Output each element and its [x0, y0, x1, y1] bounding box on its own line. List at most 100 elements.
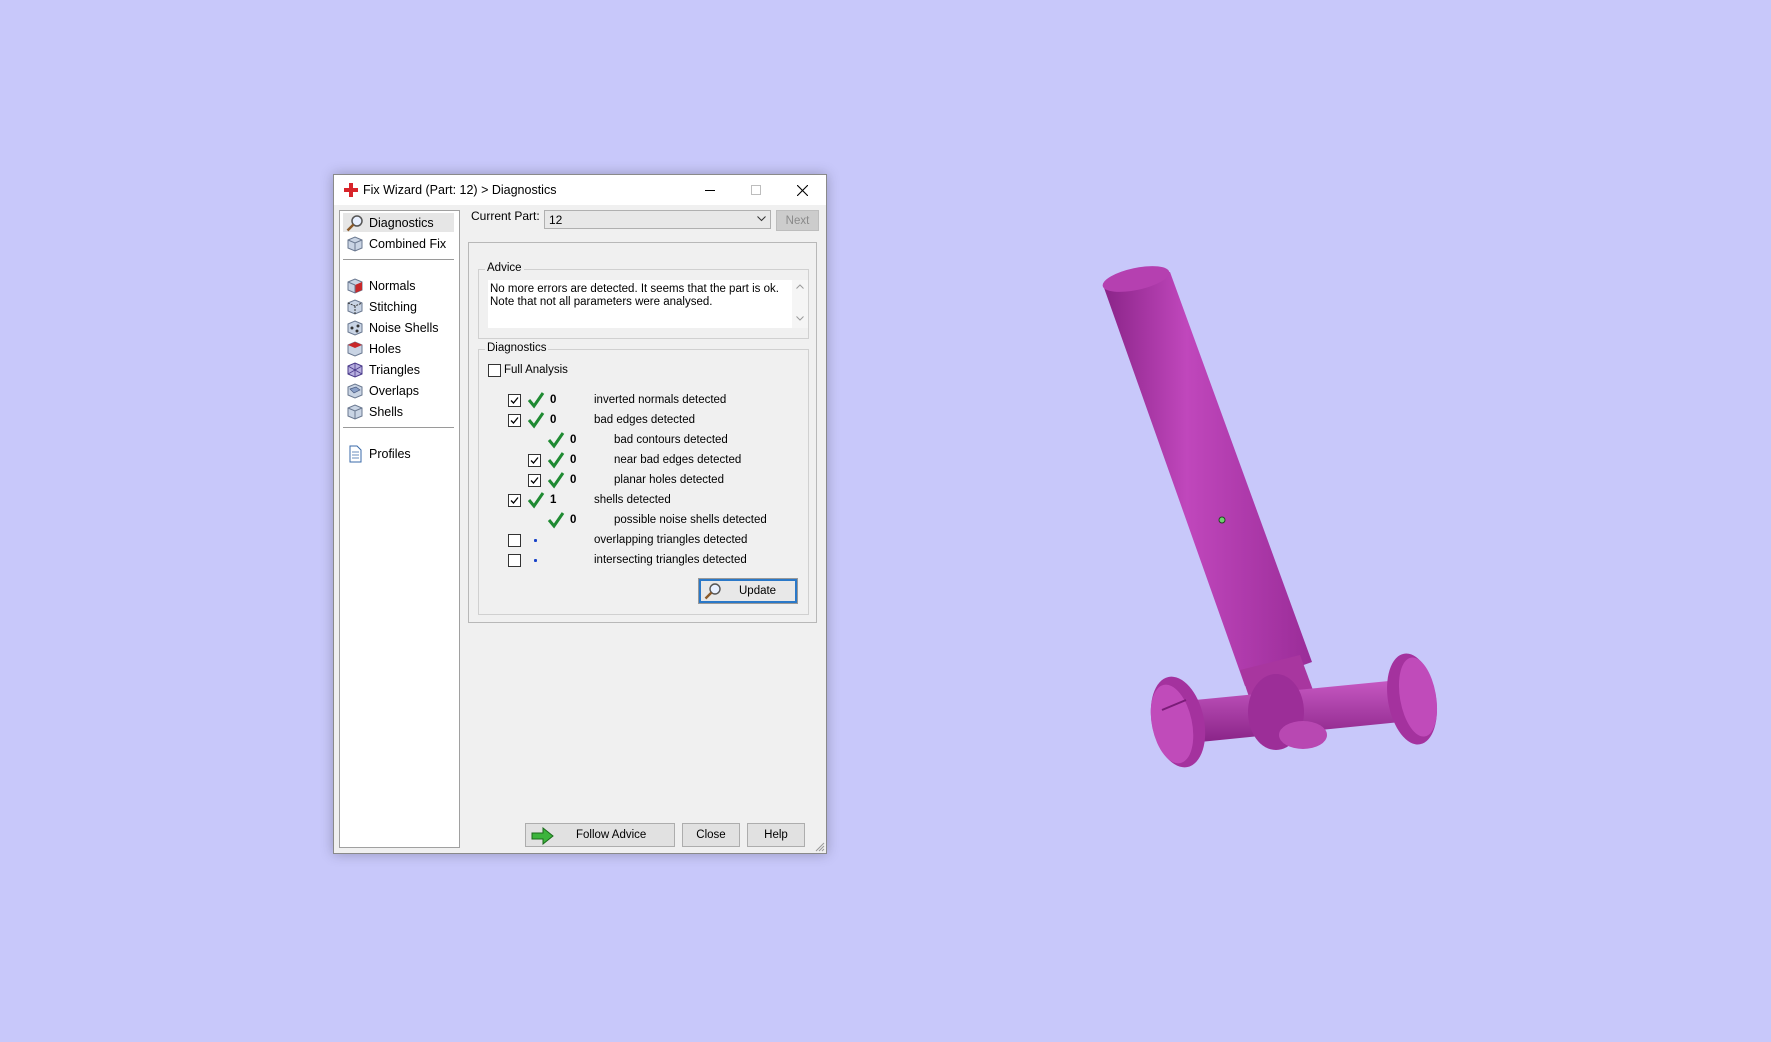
- follow-advice-label: Follow Advice: [576, 829, 647, 841]
- noise-shells-count: 0: [570, 514, 577, 526]
- magnifier-icon: [704, 583, 721, 600]
- close-icon: [796, 184, 808, 196]
- full-analysis-label: Full Analysis: [504, 364, 568, 376]
- current-part-label: Current Part:: [471, 209, 540, 223]
- noise-shells-label: possible noise shells detected: [614, 514, 767, 526]
- advice-text-box: No more errors are detected. It seems th…: [488, 280, 792, 328]
- sidebar-divider: [343, 259, 454, 260]
- help-button[interactable]: Help: [747, 823, 805, 847]
- advice-text-line: Note that not all parameters were analys…: [490, 296, 713, 308]
- sidebar-item-label: Stitching: [369, 299, 417, 314]
- diagnostics-group-title: Diagnostics: [485, 342, 549, 354]
- sidebar-item-label: Noise Shells: [369, 320, 439, 335]
- title-bar[interactable]: Fix Wizard (Part: 12) > Diagnostics: [334, 175, 826, 205]
- sidebar-divider: [343, 427, 454, 428]
- wizard-sidebar: Diagnostics Combined Fix Normals Stitchi…: [339, 210, 460, 848]
- advice-scrollbar[interactable]: [792, 280, 808, 328]
- near-bad-edges-checkbox[interactable]: [528, 454, 541, 467]
- sidebar-item-normals[interactable]: Normals: [343, 276, 454, 295]
- maximize-button[interactable]: [733, 175, 779, 205]
- sidebar-item-diagnostics[interactable]: Diagnostics: [343, 213, 454, 232]
- sidebar-item-shells[interactable]: Shells: [343, 402, 454, 421]
- chevron-down-icon: [757, 216, 766, 222]
- sidebar-item-label: Shells: [369, 404, 404, 419]
- sidebar-item-holes[interactable]: Holes: [343, 339, 454, 358]
- ok-check-icon: [547, 472, 565, 489]
- checkmark-icon: [530, 457, 539, 464]
- sidebar-item-label: Combined Fix: [369, 236, 447, 251]
- sidebar-item-stitching[interactable]: Stitching: [343, 297, 454, 316]
- advice-group: Advice No more errors are detected. It s…: [478, 262, 809, 339]
- diagnostics-panel: Advice No more errors are detected. It s…: [468, 242, 817, 623]
- window-title: Fix Wizard (Part: 12) > Diagnostics: [363, 183, 557, 197]
- planar-holes-checkbox[interactable]: [528, 474, 541, 487]
- pivot-marker-icon: [1218, 516, 1226, 524]
- current-part-value: 12: [549, 213, 563, 227]
- checkmark-icon: [510, 497, 519, 504]
- resize-grip-icon[interactable]: [815, 842, 825, 852]
- sidebar-item-overlaps[interactable]: Overlaps: [343, 381, 454, 400]
- shells-checkbox[interactable]: [508, 494, 521, 507]
- overlaps-cube-icon: [347, 382, 363, 399]
- red-cross-icon: [344, 183, 358, 197]
- advice-text-line: No more errors are detected. It seems th…: [490, 283, 779, 295]
- sidebar-item-label: Diagnostics: [369, 215, 434, 230]
- bad-contours-count: 0: [570, 434, 577, 446]
- inverted-normals-count: 0: [550, 394, 557, 406]
- ok-check-icon: [547, 452, 565, 469]
- update-button-label: Update: [739, 585, 777, 597]
- next-button[interactable]: Next: [776, 210, 819, 231]
- follow-advice-button[interactable]: Follow Advice: [525, 823, 675, 847]
- pending-dot-icon: [534, 539, 537, 542]
- intersecting-triangles-label: intersecting triangles detected: [594, 554, 747, 566]
- ok-check-icon: [547, 512, 565, 529]
- checkmark-icon: [510, 417, 519, 424]
- overlapping-triangles-checkbox[interactable]: [508, 534, 521, 547]
- close-window-button[interactable]: [779, 175, 825, 205]
- near-bad-edges-count: 0: [570, 454, 577, 466]
- diagnostics-group: Diagnostics Full Analysis 0 inverted nor…: [478, 342, 809, 615]
- sidebar-item-label: Profiles: [369, 446, 411, 461]
- sidebar-item-combined-fix[interactable]: Combined Fix: [343, 234, 454, 253]
- 3d-part-model[interactable]: [1080, 260, 1450, 780]
- ok-check-icon: [527, 492, 545, 509]
- triangles-cube-icon: [347, 361, 363, 378]
- overlapping-triangles-label: overlapping triangles detected: [594, 534, 748, 546]
- minimize-icon: [705, 190, 715, 191]
- scroll-down-icon[interactable]: [796, 316, 804, 321]
- close-button[interactable]: Close: [682, 823, 740, 847]
- advice-group-title: Advice: [485, 262, 524, 274]
- shells-label: shells detected: [594, 494, 671, 506]
- noise-shells-cube-icon: [347, 319, 363, 336]
- planar-holes-label: planar holes detected: [614, 474, 724, 486]
- cube-icon: [347, 235, 363, 252]
- green-arrow-icon: [531, 827, 554, 845]
- current-part-select[interactable]: 12: [544, 210, 771, 229]
- minimize-button[interactable]: [687, 175, 733, 205]
- ok-check-icon: [527, 412, 545, 429]
- sidebar-item-label: Normals: [369, 278, 416, 293]
- ok-check-icon: [547, 432, 565, 449]
- bad-edges-checkbox[interactable]: [508, 414, 521, 427]
- magnifier-icon: [346, 214, 363, 231]
- bad-edges-count: 0: [550, 414, 557, 426]
- sidebar-item-noise-shells[interactable]: Noise Shells: [343, 318, 454, 337]
- sidebar-item-label: Holes: [369, 341, 401, 356]
- update-button[interactable]: Update: [698, 578, 798, 604]
- sidebar-item-label: Overlaps: [369, 383, 420, 398]
- sidebar-item-profiles[interactable]: Profiles: [343, 444, 454, 463]
- planar-holes-count: 0: [570, 474, 577, 486]
- scroll-up-icon[interactable]: [796, 284, 804, 289]
- fix-wizard-window: Fix Wizard (Part: 12) > Diagnostics Diag…: [333, 174, 827, 854]
- intersecting-triangles-checkbox[interactable]: [508, 554, 521, 567]
- normals-cube-icon: [347, 277, 363, 294]
- stitching-cube-icon: [347, 298, 363, 315]
- full-analysis-checkbox[interactable]: [488, 364, 501, 377]
- inverted-normals-checkbox[interactable]: [508, 394, 521, 407]
- ok-check-icon: [527, 392, 545, 409]
- bad-edges-label: bad edges detected: [594, 414, 696, 426]
- shells-count: 1: [550, 494, 557, 506]
- checkmark-icon: [530, 477, 539, 484]
- sidebar-item-triangles[interactable]: Triangles: [343, 360, 454, 379]
- shells-cube-icon: [347, 403, 363, 420]
